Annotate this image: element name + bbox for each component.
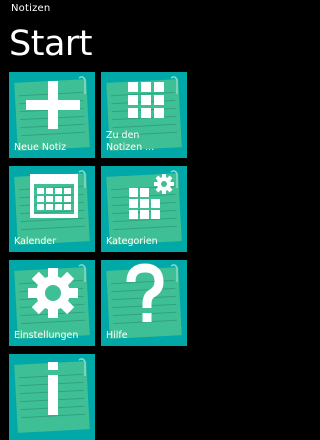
tile-go-to-notes[interactable]: Zu den Notizen ...: [101, 72, 187, 158]
tile-calendar[interactable]: Kalender: [9, 166, 95, 252]
app-title: Notizen: [11, 3, 51, 14]
tile-label: Kalender: [14, 236, 57, 247]
tile-help[interactable]: Hilfe: [101, 260, 187, 346]
tile-label: Einstellungen: [14, 330, 79, 341]
tile-info[interactable]: [9, 354, 95, 440]
tile-label: Kategorien: [106, 236, 158, 247]
page-title: Start: [9, 24, 93, 64]
tile-label: Zu den Notizen ...: [106, 130, 155, 153]
tile-settings[interactable]: Einstellungen: [9, 260, 95, 346]
info-icon: [48, 362, 58, 415]
tile-new-note[interactable]: Neue Notiz: [9, 72, 95, 158]
tile-label: Hilfe: [106, 330, 128, 341]
tile-label: Neue Notiz: [14, 142, 67, 153]
tile-categories[interactable]: Kategorien: [101, 166, 187, 252]
